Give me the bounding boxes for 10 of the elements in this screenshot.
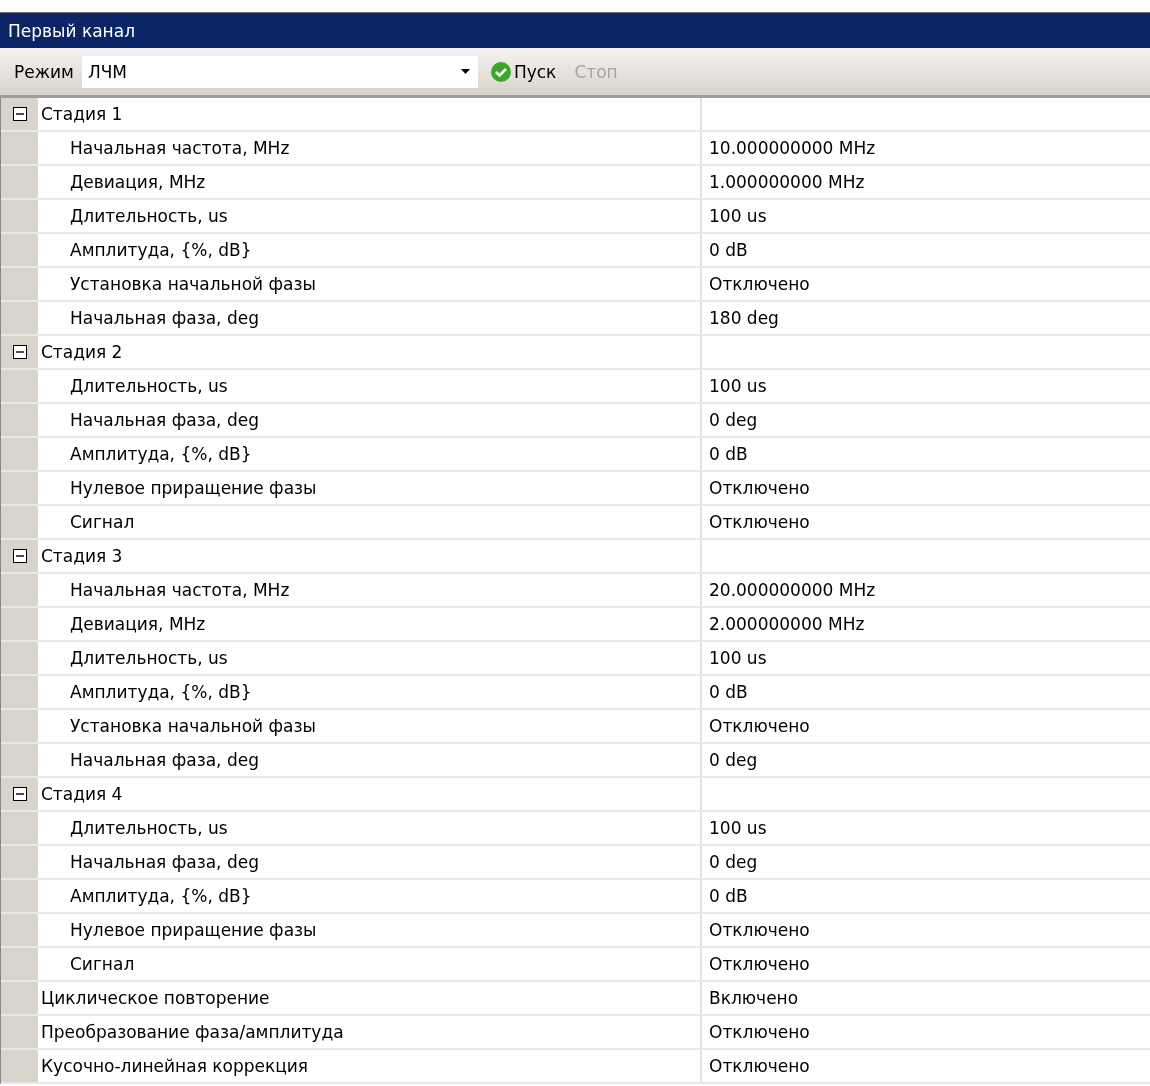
collapse-icon[interactable] <box>12 549 27 563</box>
window-title: Первый канал <box>8 20 135 41</box>
start-button[interactable]: Пуск <box>483 58 563 85</box>
collapse-icon[interactable] <box>12 787 27 801</box>
caret-icon <box>460 69 470 74</box>
mode-dropdown[interactable]: ЛЧМ <box>81 55 478 88</box>
mode-label: Режим <box>14 61 74 82</box>
checkmark-icon <box>489 60 512 83</box>
collapse-icon[interactable] <box>12 107 27 121</box>
collapse-icon[interactable] <box>12 345 27 359</box>
